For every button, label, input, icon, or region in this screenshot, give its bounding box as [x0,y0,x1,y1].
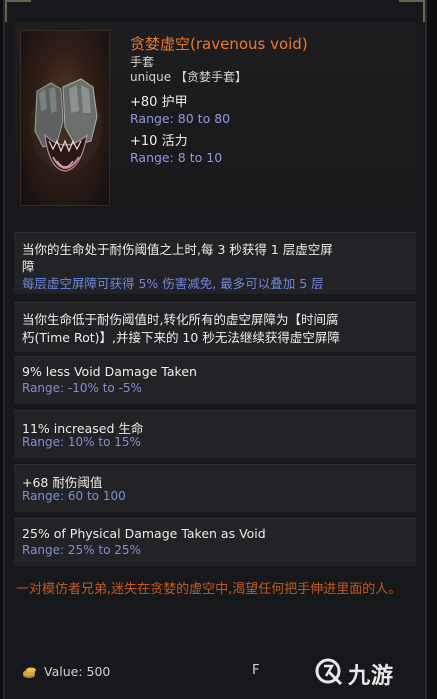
item-rarity: unique 【贪婪手套】 [130,70,247,84]
affix-text: 朽(Time Rot)】,并接下来的 10 秒无法继续获得虚空屏障 [22,330,340,345]
affix-endurance-threshold: +68 耐伤阈值 Range: 60 to 100 [14,464,416,512]
frame-corner-top-right [399,0,425,22]
affix-void-damage-taken: 9% less Void Damage Taken Range: -10% to… [14,356,416,404]
watermark-text: 九游 [348,664,395,689]
base-stat-vitality-range: Range: 8 to 10 [130,150,223,165]
gauntlet-icon [20,30,110,206]
item-name: 贪婪虚空(ravenous void) [130,35,308,53]
affix-stat: 9% less Void Damage Taken [22,364,197,379]
affix-stat: 25% of Physical Damage Taken as Void [22,526,266,541]
footer-key-hint: F [252,663,260,678]
affix-range: Range: 60 to 100 [22,489,126,503]
affix-note: 每层虚空屏障可获得 5% 伤害减免, 最多可以叠加 5 层 [22,276,324,291]
jiuyou-logo-icon [315,658,343,686]
base-stat-armor: +80 护甲 [130,95,188,110]
item-value: Value: 500 [44,664,111,679]
affix-time-rot: 当你生命低于耐伤阈值时,转化所有的虚空屏障为【时间腐 朽(Time Rot)】,… [14,302,416,352]
frame-corner-top-left [5,0,31,22]
item-header: 贪婪虚空(ravenous void) 手套 unique 【贪婪手套】 +80… [14,22,416,218]
affix-range: Range: 10% to 15% [22,435,141,449]
lore-text: 一对模仿者兄弟,迷失在贪婪的虚空中,渴望任何把手伸进里面的人。 [16,582,402,597]
affix-range: Range: -10% to -5% [22,381,142,395]
base-stat-armor-range: Range: 80 to 80 [130,111,231,126]
affix-range: Range: 25% to 25% [22,543,141,557]
tooltip-footer: Value: 500 F 九游 [14,652,416,692]
watermark: 九游 [314,656,424,689]
affix-void-barrier: 当你的生命处于耐伤阈值之上时,每 3 秒获得 1 层虚空屏 障 每层虚空屏障可获… [14,232,416,294]
coin-icon [23,667,36,678]
affix-physical-as-void: 25% of Physical Damage Taken as Void Ran… [14,518,416,566]
base-stat-vitality: +10 活力 [130,134,188,149]
affix-text: 当你的生命处于耐伤阈值之上时,每 3 秒获得 1 层虚空屏 [22,242,333,257]
affix-text: 当你生命低于耐伤阈值时,转化所有的虚空屏障为【时间腐 [22,312,339,327]
affix-increased-health: 11% increased 生命 Range: 10% to 15% [14,410,416,458]
